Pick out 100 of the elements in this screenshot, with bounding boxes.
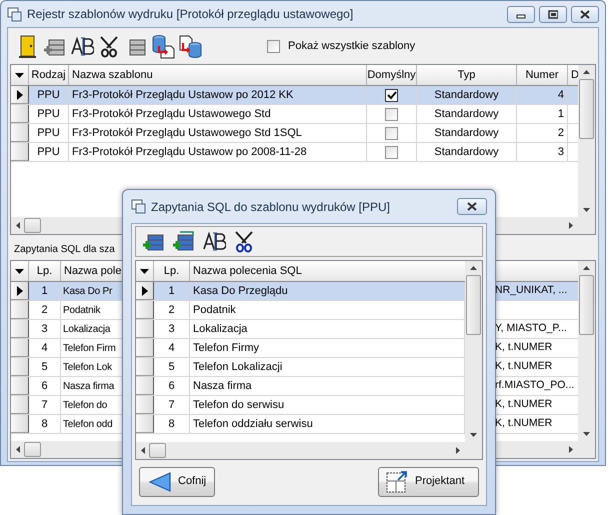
table-row[interactable]: 6 Nasza firma [136, 377, 465, 396]
database-export-icon[interactable] [151, 34, 175, 58]
column-header[interactable]: Numer [517, 65, 568, 85]
checkbox[interactable] [385, 108, 398, 120]
close-button[interactable] [457, 198, 487, 215]
table-cell: 3 [29, 320, 61, 338]
maximize-icon[interactable] [548, 10, 558, 18]
close-icon[interactable] [580, 10, 590, 18]
column-header[interactable]: Rodzaj [29, 65, 69, 85]
row-header[interactable] [11, 415, 29, 433]
row-header[interactable] [136, 301, 154, 319]
close-icon[interactable] [467, 202, 477, 211]
table-cell: 2 [517, 124, 568, 142]
table-cell: 4 [154, 339, 190, 357]
table-row[interactable]: PPU Fr3-Protokół Przeglądu Ustawowego Std Standardowy 1 [11, 105, 578, 124]
minimize-button[interactable] [507, 6, 535, 22]
row-header[interactable] [136, 415, 154, 433]
scroll-down-icon[interactable] [582, 431, 591, 437]
table-cell: 7 [29, 396, 61, 414]
scroll-thumb[interactable] [24, 218, 41, 233]
dropdown-arrow-icon[interactable] [14, 267, 25, 275]
row-header[interactable] [136, 339, 154, 357]
row-header[interactable] [11, 86, 29, 104]
table-row[interactable]: 1 Kasa Do Przeglądu [136, 282, 465, 301]
scroll-thumb[interactable] [24, 442, 41, 457]
scroll-thumb[interactable] [579, 275, 594, 335]
scrollbar[interactable] [136, 442, 465, 459]
checkbox-label[interactable]: Pokaż wszystkie szablony [288, 38, 416, 54]
table-cell: 8 [29, 415, 61, 433]
table-row[interactable]: 4 Telefon Firmy [136, 339, 465, 358]
table-cell: PPU [29, 86, 69, 104]
table-cell: 1 [29, 282, 61, 300]
scroll-left-icon[interactable] [15, 221, 21, 230]
row-header[interactable] [136, 358, 154, 376]
column-header[interactable]: Nazwa szablonu [69, 65, 367, 85]
maximize-button[interactable] [539, 6, 567, 22]
table-row[interactable]: 7 Telefon do serwisu [136, 396, 465, 415]
scroll-left-icon[interactable] [15, 445, 21, 454]
scrollbar[interactable] [465, 261, 482, 442]
scroll-up-icon[interactable] [469, 265, 478, 271]
row-header[interactable] [11, 124, 29, 142]
table-cell: 3 [517, 143, 568, 161]
row-header[interactable] [11, 143, 29, 161]
checkbox[interactable] [385, 126, 398, 140]
scroll-thumb[interactable] [579, 79, 594, 139]
row-header[interactable] [11, 377, 29, 395]
row-header[interactable] [11, 339, 29, 357]
row-header[interactable] [11, 358, 29, 376]
table-cell: Standardowy [417, 105, 517, 123]
scroll-left-icon[interactable] [140, 446, 146, 455]
table-row[interactable]: 5 Telefon Lokalizacji [136, 358, 465, 377]
close-button[interactable] [571, 6, 599, 22]
row-header[interactable] [11, 396, 29, 414]
checkbox[interactable] [267, 40, 280, 52]
table-cell: 7 [154, 396, 190, 414]
scrollbar[interactable] [578, 65, 595, 217]
scroll-up-icon[interactable] [582, 265, 591, 271]
scrollbar[interactable] [578, 261, 595, 441]
table-row[interactable]: PPU Fr3-Protokół Przeglądu Ustawowego Std 1SQL Standardowy 2 [11, 124, 578, 143]
dropdown-arrow-icon[interactable] [14, 71, 25, 79]
back-arrow-icon[interactable] [148, 470, 172, 492]
scroll-right-icon[interactable] [568, 221, 574, 230]
checkbox[interactable] [385, 88, 398, 102]
scroll-thumb[interactable] [466, 275, 481, 335]
row-pointer-icon [140, 284, 149, 296]
back-button[interactable]: Cofnij [139, 466, 216, 496]
row-header[interactable] [136, 396, 154, 414]
column-header[interactable]: Lp. [154, 261, 190, 281]
scroll-right-icon[interactable] [568, 445, 574, 454]
database-import-icon[interactable] [178, 34, 202, 58]
row-header[interactable] [136, 320, 154, 338]
table-cell: 6 [29, 377, 61, 395]
row-header[interactable] [11, 320, 29, 338]
dropdown-arrow-icon[interactable] [139, 267, 150, 275]
scroll-right-icon[interactable] [455, 446, 461, 455]
scroll-up-icon[interactable] [582, 69, 591, 75]
row-pointer-icon [15, 284, 24, 296]
column-header[interactable]: Typ [417, 65, 517, 85]
table-row[interactable]: 3 Lokalizacja [136, 320, 465, 339]
scroll-thumb[interactable] [149, 443, 166, 458]
designer-icon[interactable] [385, 470, 409, 494]
row-header[interactable] [11, 301, 29, 319]
checkbox[interactable] [385, 146, 398, 158]
table-row[interactable]: 2 Podatnik [136, 301, 465, 320]
designer-button[interactable]: Projektant [378, 466, 479, 496]
table-cell: Fr3-Protokół Przeglądu Ustawow po 2012 KK [69, 86, 367, 104]
table-cell: 2 [29, 301, 61, 319]
table-row[interactable]: 8 Telefon oddziału serwisu [136, 415, 465, 434]
row-header[interactable] [136, 377, 154, 395]
scroll-down-icon[interactable] [582, 207, 591, 213]
column-header[interactable]: Lp. [29, 261, 61, 281]
row-header[interactable] [136, 282, 154, 300]
scroll-down-icon[interactable] [469, 432, 478, 438]
row-header[interactable] [11, 105, 29, 123]
row-header[interactable] [11, 282, 29, 300]
table-row[interactable]: PPU Fr3-Protokół Przeglądu Ustawow po 2008-11-28 Standardowy 3 [11, 143, 578, 162]
table-cell: Fr3-Protokół Przeglądu Ustawowego Std [69, 105, 367, 123]
table-row[interactable]: PPU Fr3-Protokół Przeglądu Ustawow po 2012 KK Standardowy 4 [11, 86, 578, 105]
column-header[interactable]: Domyślny [367, 65, 417, 85]
row-pointer-icon [15, 88, 24, 100]
